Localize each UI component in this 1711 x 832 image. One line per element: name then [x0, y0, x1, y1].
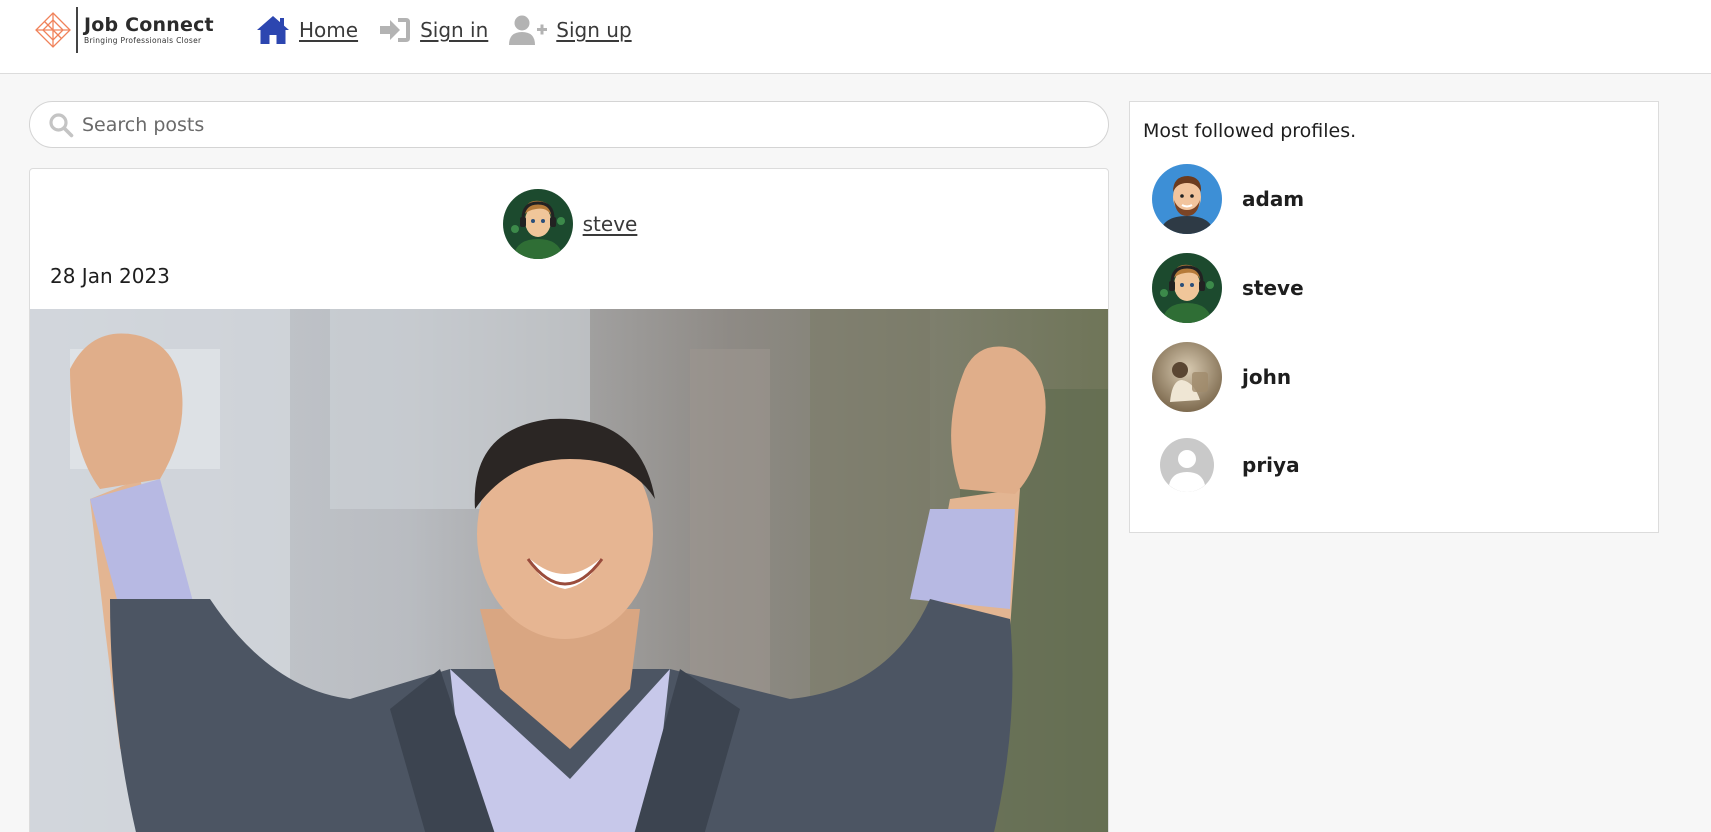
- sidebar-title: Most followed profiles.: [1143, 120, 1357, 142]
- post-card: steve 28 Jan 2023: [29, 168, 1109, 832]
- cartoon-bearded-man-avatar[interactable]: [1152, 164, 1222, 234]
- diamond-logo-icon: [35, 12, 71, 48]
- nav-sign-up-link[interactable]: Sign up: [508, 14, 632, 46]
- user-plus-icon: [509, 15, 548, 45]
- cartoon-gamer-avatar[interactable]: [1152, 253, 1222, 323]
- profile-name-adam[interactable]: adam: [1242, 187, 1304, 211]
- search-input[interactable]: [82, 113, 1042, 136]
- sign-in-icon: [380, 18, 411, 42]
- profile-name-priya[interactable]: priya: [1242, 453, 1300, 477]
- post-author: steve: [30, 189, 1108, 259]
- profile-name-steve[interactable]: steve: [1242, 276, 1304, 300]
- logo-text: Job Connect Bringing Professionals Close…: [84, 14, 214, 46]
- nav-home-link[interactable]: Home: [255, 14, 358, 46]
- profile-item-priya[interactable]: priya: [1152, 430, 1300, 500]
- profile-item-adam[interactable]: adam: [1152, 164, 1304, 234]
- profile-name-john[interactable]: john: [1242, 365, 1291, 389]
- job-connect-logo[interactable]: Job Connect Bringing Professionals Close…: [34, 6, 214, 54]
- profile-item-steve[interactable]: steve: [1152, 253, 1304, 323]
- nav-sign-in-link[interactable]: Sign in: [378, 15, 488, 45]
- default-user-avatar[interactable]: [1152, 430, 1222, 500]
- post-author-name[interactable]: steve: [583, 212, 638, 236]
- home-icon: [257, 16, 289, 44]
- post-image: [30, 309, 1108, 832]
- post-date: 28 Jan 2023: [50, 264, 170, 288]
- nav-sign-in-label[interactable]: Sign in: [420, 18, 488, 42]
- nav-links: Home Sign in Sign up: [255, 14, 652, 46]
- nav-home-label[interactable]: Home: [299, 18, 358, 42]
- photo-avatar[interactable]: [1152, 342, 1222, 412]
- logo-divider: [76, 7, 78, 53]
- top-navbar: Job Connect Bringing Professionals Close…: [0, 0, 1711, 74]
- logo-title: Job Connect: [84, 14, 214, 36]
- profile-item-john[interactable]: john: [1152, 342, 1291, 412]
- most-followed-sidebar: Most followed profiles. adam steve john …: [1129, 101, 1659, 533]
- search-icon: [49, 112, 74, 137]
- search-bar[interactable]: [29, 101, 1109, 148]
- post-author-avatar[interactable]: [502, 189, 573, 259]
- logo-tagline: Bringing Professionals Closer: [84, 36, 202, 45]
- nav-sign-up-label[interactable]: Sign up: [556, 18, 631, 42]
